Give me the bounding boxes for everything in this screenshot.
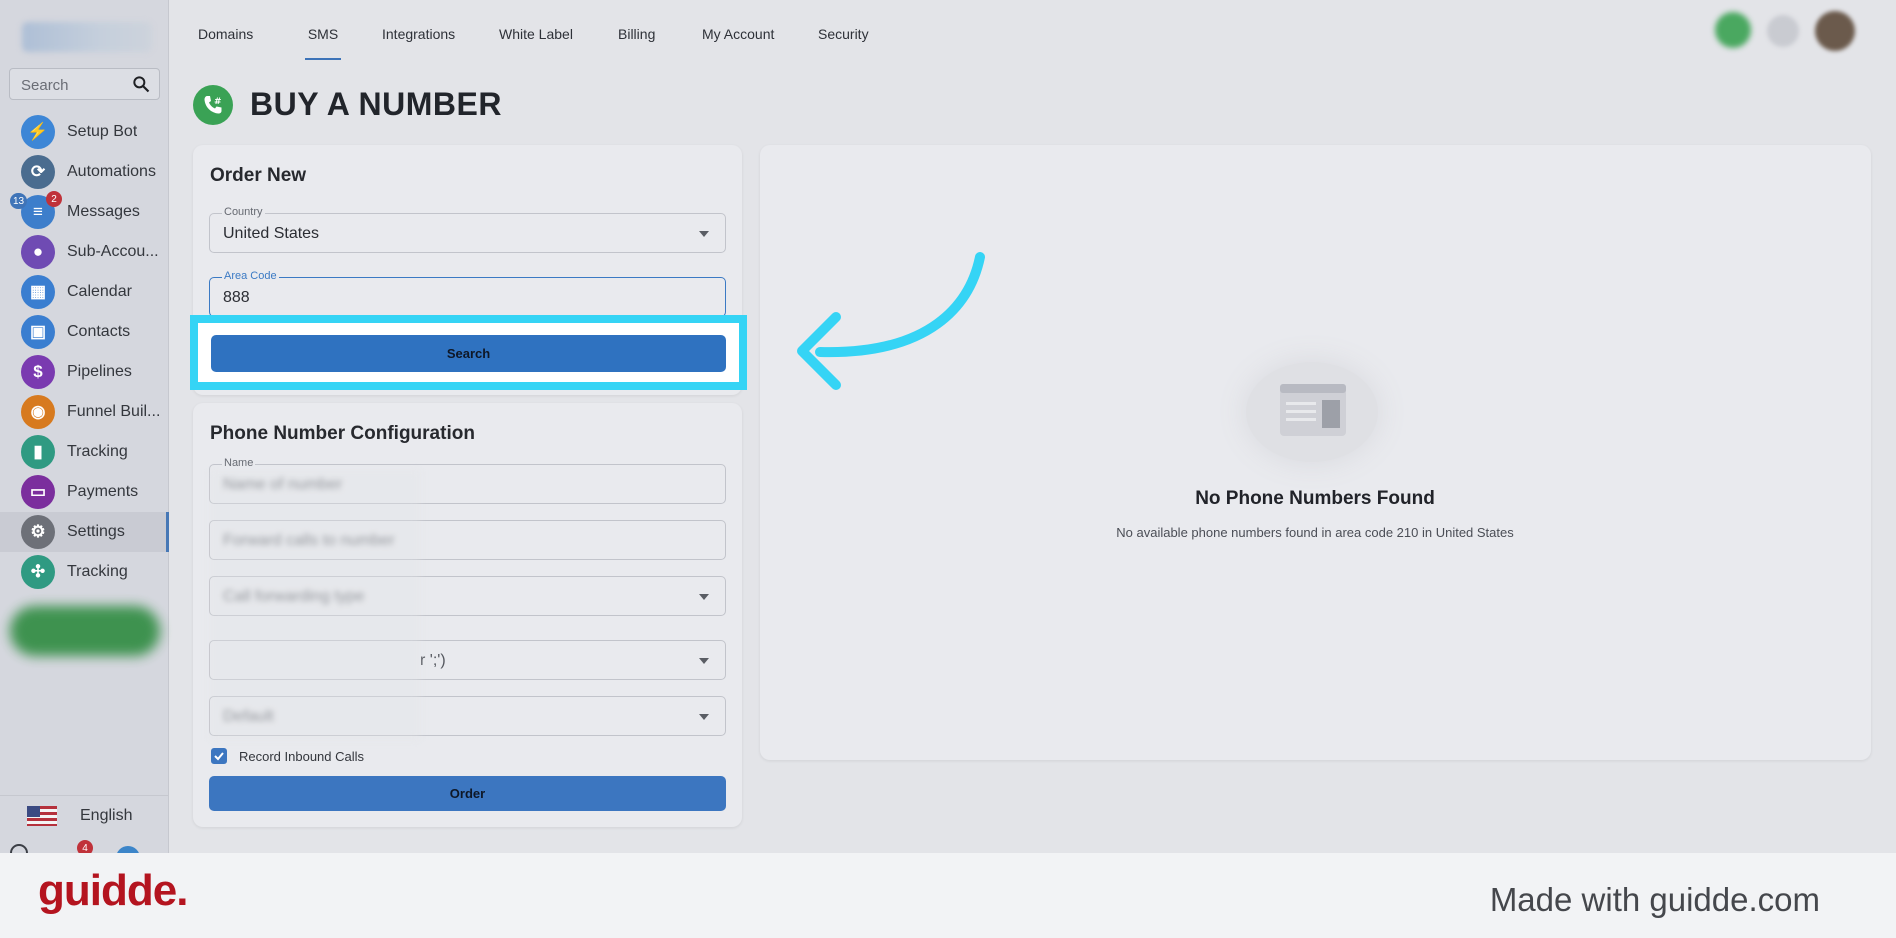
top-navigation: Domains SMS Integrations White Label Bil… — [170, 0, 1896, 62]
sidebar-item-settings[interactable]: ⚙ Settings — [0, 512, 169, 552]
search-button[interactable]: Search — [211, 335, 726, 372]
country-label: Country — [222, 206, 265, 218]
phone-hash-icon: # — [193, 85, 233, 125]
card-icon: ▭ — [21, 475, 55, 509]
sidebar-item-tracking-2[interactable]: ✣ Tracking — [0, 552, 169, 592]
sidebar-item-contacts[interactable]: ▣ Contacts — [0, 312, 169, 352]
language-selector[interactable]: English — [0, 795, 169, 835]
tab-white-label[interactable]: White Label — [499, 26, 573, 60]
area-code-label: Area Code — [222, 270, 279, 282]
chevron-down-icon — [699, 658, 709, 664]
made-with-text: Made with guidde.com — [1489, 881, 1820, 918]
sidebar-item-label: Calendar — [67, 283, 132, 300]
check-icon — [214, 752, 224, 761]
avatar[interactable] — [1815, 11, 1855, 51]
record-inbound-label: Record Inbound Calls — [239, 749, 365, 764]
funnel-icon: ◉ — [21, 395, 55, 429]
tab-billing[interactable]: Billing — [618, 26, 655, 60]
empty-state-illustration — [1246, 362, 1378, 462]
unread-badge: 13 — [10, 193, 28, 209]
record-inbound-checkbox[interactable] — [211, 748, 227, 764]
sidebar-item-label: Setup Bot — [67, 123, 138, 140]
area-code-input[interactable]: Area Code 888 — [209, 270, 726, 317]
sidebar-item-payments[interactable]: ▭ Payments — [0, 472, 169, 512]
tab-my-account[interactable]: My Account — [702, 26, 774, 60]
name-label: Name — [222, 457, 256, 469]
browser-window-icon — [1280, 384, 1346, 436]
sidebar-search-input[interactable]: Search — [9, 68, 160, 100]
user-icon: ● — [21, 235, 55, 269]
sidebar-item-label: Contacts — [67, 323, 131, 340]
sidebar-item-label: Sub-Accou... — [67, 243, 159, 260]
company-logo[interactable] — [22, 22, 152, 52]
language-label: English — [80, 806, 133, 824]
tab-integrations[interactable]: Integrations — [382, 26, 455, 60]
sidebar-item-label: Tracking — [67, 443, 128, 460]
order-new-title: Order New — [210, 165, 307, 186]
blur-overlay — [210, 470, 420, 740]
curved-arrow-icon — [797, 252, 985, 390]
sidebar-item-label: Pipelines — [67, 363, 132, 380]
chart-icon: ▮ — [21, 435, 55, 469]
calendar-icon: ▦ — [21, 275, 55, 309]
sidebar-item-label: Settings — [67, 523, 125, 540]
tab-domains[interactable]: Domains — [198, 26, 253, 60]
dollar-icon: $ — [21, 355, 55, 389]
network-icon: ✣ — [21, 555, 55, 589]
empty-state-title: No Phone Numbers Found — [1195, 488, 1435, 509]
sidebar-item-label: Payments — [67, 483, 139, 500]
automation-icon: ⟳ — [21, 155, 55, 189]
notification-badge: 2 — [46, 191, 62, 207]
country-select[interactable]: Country United States — [209, 206, 726, 253]
svg-text:#: # — [214, 97, 222, 107]
sidebar-item-funnel-builder[interactable]: ◉ Funnel Buil... — [0, 392, 169, 432]
search-placeholder: Search — [21, 77, 69, 94]
highlight-box: Search — [190, 315, 747, 390]
blurred-action-button[interactable] — [10, 606, 160, 656]
sidebar-item-label: Funnel Buil... — [67, 403, 161, 420]
tab-sms[interactable]: SMS — [305, 26, 341, 60]
sidebar-item-label: Messages — [67, 203, 140, 220]
country-value: United States — [223, 225, 320, 242]
chevron-down-icon — [699, 594, 709, 600]
tab-security[interactable]: Security — [818, 26, 869, 60]
guidde-logo: guidde. — [38, 866, 188, 915]
chevron-down-icon — [699, 231, 709, 237]
sidebar-item-automations[interactable]: ⟳ Automations — [0, 152, 169, 192]
sidebar-item-messages[interactable]: ≡ Messages 13 2 — [0, 191, 169, 232]
page-title: BUY A NUMBER — [250, 86, 502, 122]
sidebar-item-label: Tracking — [67, 563, 128, 580]
sidebar: Search ⚡ Setup Bot ⟳ Automations ≡ Messa… — [0, 0, 169, 870]
sidebar-item-sub-accounts[interactable]: ● Sub-Accou... — [0, 232, 169, 272]
help-icon[interactable] — [1767, 15, 1799, 47]
bolt-icon: ⚡ — [21, 115, 55, 149]
empty-state-subtitle: No available phone numbers found in area… — [1116, 525, 1514, 540]
sidebar-item-label: Automations — [67, 163, 156, 180]
sidebar-item-setup-bot[interactable]: ⚡ Setup Bot — [0, 112, 169, 152]
gear-icon: ⚙ — [21, 515, 55, 549]
us-flag-icon — [27, 805, 57, 826]
order-button[interactable]: Order — [209, 776, 726, 811]
sidebar-item-pipelines[interactable]: $ Pipelines — [0, 352, 169, 392]
sidebar-item-calendar[interactable]: ▦ Calendar — [0, 272, 169, 312]
search-icon[interactable] — [131, 74, 151, 94]
phone-call-icon[interactable] — [1715, 12, 1751, 48]
contacts-icon: ▣ — [21, 315, 55, 349]
bottom-toolbar: 4 — [8, 840, 158, 870]
chevron-down-icon — [699, 714, 709, 720]
area-code-value: 888 — [223, 289, 250, 306]
separator-value: r ';') — [420, 652, 446, 669]
phone-config-title: Phone Number Configuration — [210, 423, 475, 444]
sidebar-item-tracking[interactable]: ▮ Tracking — [0, 432, 169, 472]
sidebar-nav: ⚡ Setup Bot ⟳ Automations ≡ Messages 13 … — [0, 112, 169, 592]
